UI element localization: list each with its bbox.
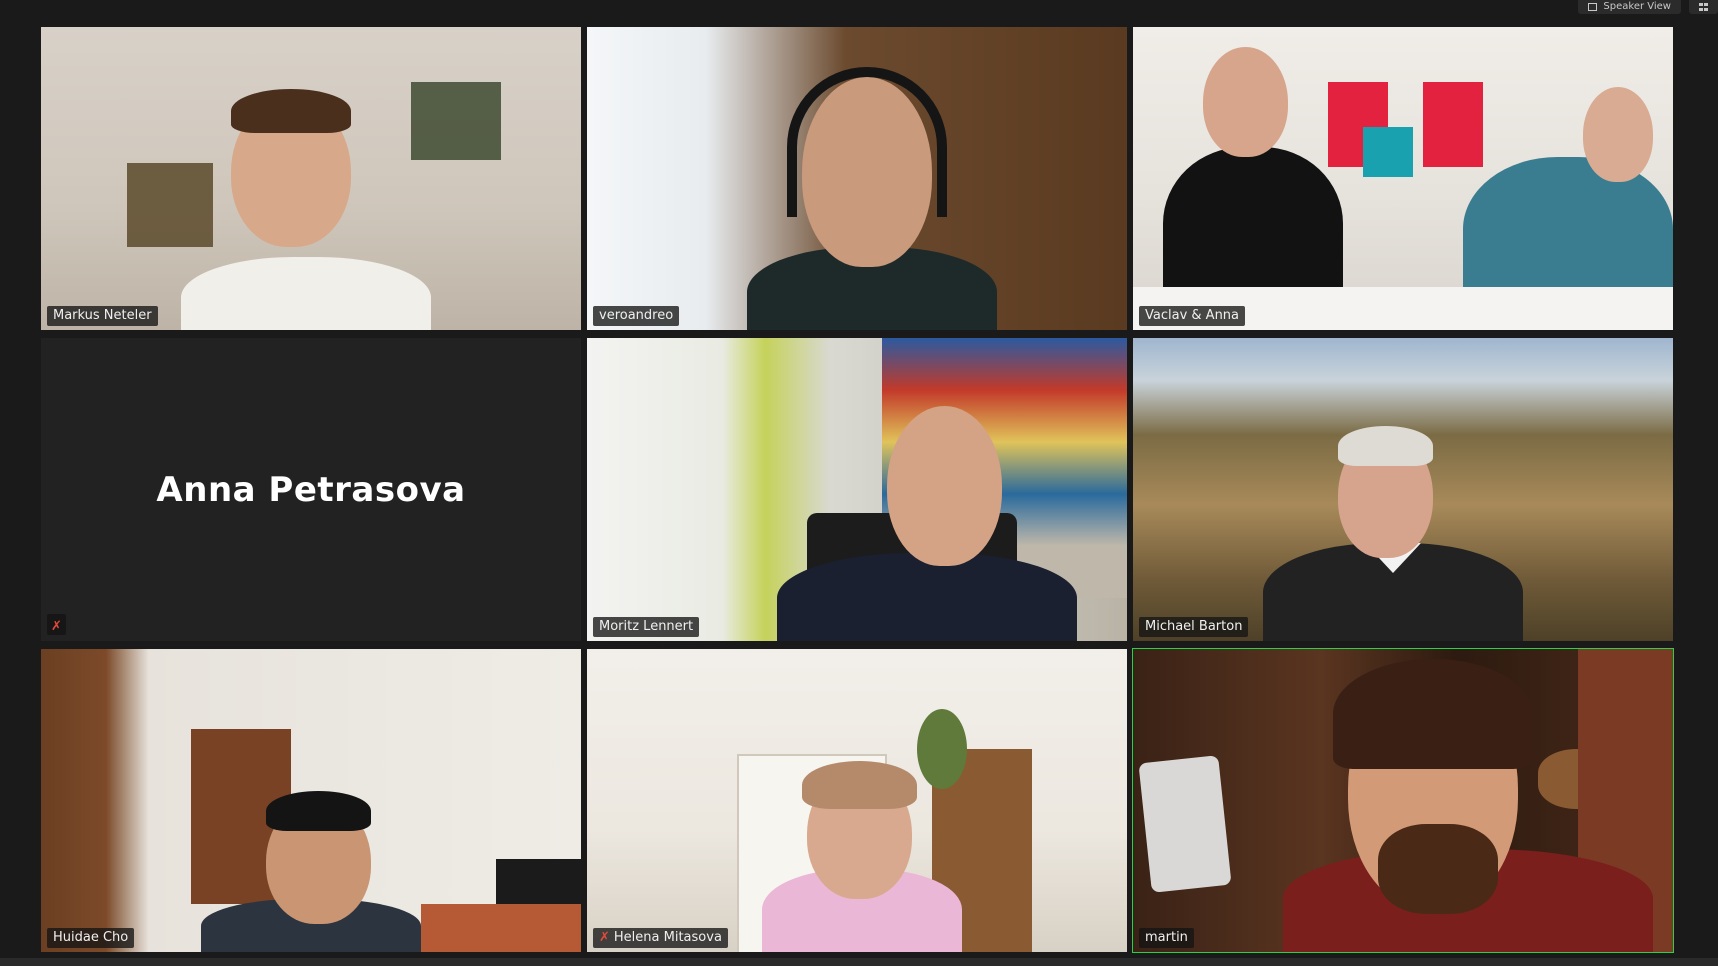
- participant-video: [1133, 27, 1673, 330]
- bottom-bar: [0, 958, 1718, 966]
- participant-name: Michael Barton: [1145, 619, 1243, 634]
- participant-name-tag: martin: [1139, 928, 1194, 948]
- muted-indicator: ✗: [47, 614, 66, 635]
- participant-name-tag: Huidae Cho: [47, 928, 135, 948]
- participant-video: [41, 649, 581, 952]
- participant-name-tag: Vaclav & Anna: [1139, 306, 1246, 326]
- participant-name-tag: Michael Barton: [1139, 617, 1249, 637]
- participant-tile-active-speaker[interactable]: martin: [1132, 648, 1674, 953]
- gallery-grid: Markus Neteler veroandreo Vaclav & Anna: [41, 27, 1674, 953]
- participant-name: Markus Neteler: [53, 308, 152, 323]
- participant-name: Helena Mitasova: [613, 930, 722, 945]
- participant-tile[interactable]: Vaclav & Anna: [1133, 27, 1673, 330]
- speaker-view-button[interactable]: Speaker View: [1578, 0, 1681, 14]
- participant-name-tag: Markus Neteler: [47, 306, 158, 326]
- gallery-view-icon: [1699, 3, 1708, 11]
- microphone-muted-icon: ✗: [51, 619, 62, 634]
- top-toolbar: Speaker View: [1578, 0, 1718, 14]
- participant-name-tag: Moritz Lennert: [593, 617, 700, 637]
- participant-tile[interactable]: Huidae Cho: [41, 649, 581, 952]
- participant-tile[interactable]: ✗ Helena Mitasova: [587, 649, 1127, 952]
- participant-video: [1133, 649, 1673, 952]
- participant-name: Moritz Lennert: [599, 619, 694, 634]
- participant-video: [587, 649, 1127, 952]
- participant-name: Huidae Cho: [53, 930, 129, 945]
- participant-name-tag: veroandreo: [593, 306, 680, 326]
- participant-video: [41, 27, 581, 330]
- gallery-view-button[interactable]: [1689, 0, 1718, 14]
- participant-name-tag: ✗ Helena Mitasova: [593, 928, 728, 948]
- participant-display-name: Anna Petrasova: [156, 469, 466, 510]
- participant-name: veroandreo: [599, 308, 674, 323]
- participant-tile[interactable]: Anna Petrasova ✗: [41, 338, 581, 641]
- participant-tile[interactable]: Markus Neteler: [41, 27, 581, 330]
- participant-tile[interactable]: veroandreo: [587, 27, 1127, 330]
- participant-video: [1133, 338, 1673, 641]
- participant-name: Vaclav & Anna: [1145, 308, 1240, 323]
- participant-video: [587, 338, 1127, 641]
- microphone-muted-icon: ✗: [599, 930, 610, 945]
- speaker-view-icon: [1588, 3, 1598, 11]
- participant-name: martin: [1145, 930, 1188, 945]
- speaker-view-label: Speaker View: [1603, 1, 1671, 12]
- participant-tile[interactable]: Michael Barton: [1133, 338, 1673, 641]
- participant-video: [587, 27, 1127, 330]
- participant-tile[interactable]: Moritz Lennert: [587, 338, 1127, 641]
